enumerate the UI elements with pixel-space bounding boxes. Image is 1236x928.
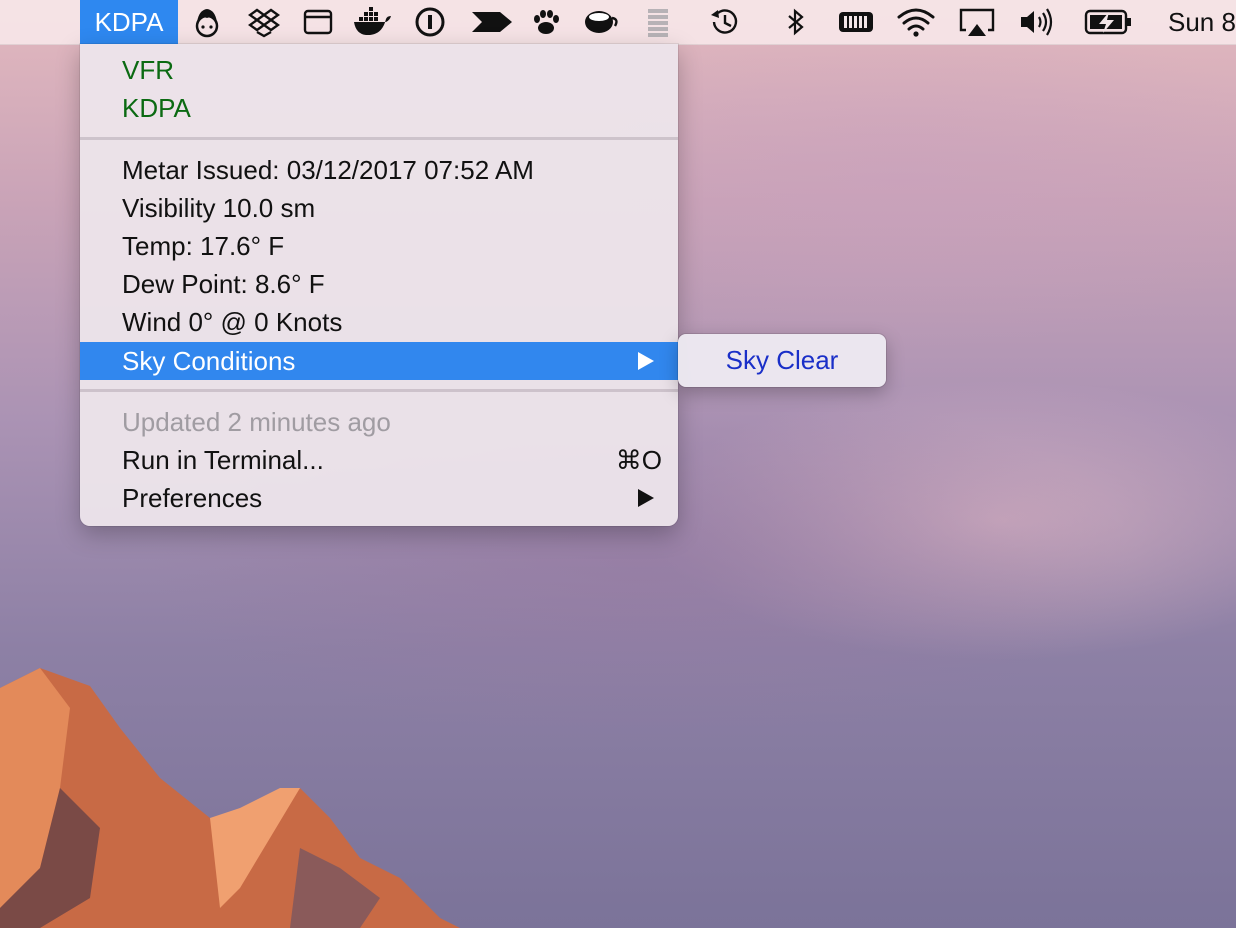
bluetooth-icon[interactable] <box>780 6 812 38</box>
docker-icon[interactable] <box>352 6 392 38</box>
menu-item-station[interactable]: KDPA <box>80 89 678 127</box>
battery-charging-icon[interactable] <box>1084 6 1134 38</box>
onepassword-icon[interactable] <box>414 6 446 38</box>
stack-icon[interactable] <box>642 6 674 38</box>
station-label: KDPA <box>122 93 191 123</box>
run-in-terminal-label: Run in Terminal... <box>122 445 324 475</box>
menu-item-temp[interactable]: Temp: 17.6° F <box>80 227 678 265</box>
submenu-arrow-icon <box>638 489 654 507</box>
menu-item-preferences[interactable]: Preferences <box>80 479 678 517</box>
submenu-arrow-icon <box>638 352 654 370</box>
coffee-icon[interactable] <box>582 6 620 38</box>
menu-item-flight-rule[interactable]: VFR <box>80 51 678 89</box>
preferences-label: Preferences <box>122 483 263 513</box>
battery-monitor-icon[interactable] <box>838 6 876 38</box>
metar-issued-label: Metar Issued: 03/12/2017 07:52 AM <box>122 155 534 185</box>
sky-conditions-label: Sky Conditions <box>122 346 296 376</box>
menu-separator <box>80 137 678 140</box>
menubar-app-title[interactable]: KDPA <box>80 0 178 44</box>
wifi-icon[interactable] <box>896 6 936 38</box>
menu-item-sky-conditions[interactable]: Sky Conditions <box>80 342 678 380</box>
menu-item-run-in-terminal[interactable]: Run in Terminal... ⌘O <box>80 441 678 479</box>
wallpaper-mountain <box>0 668 460 928</box>
window-icon[interactable] <box>302 6 334 38</box>
arrow-icon[interactable] <box>470 6 514 38</box>
menu-item-wind[interactable]: Wind 0° @ 0 Knots <box>80 303 678 341</box>
submenu-item-sky-clear[interactable]: Sky Clear <box>678 341 886 379</box>
dew-point-label: Dew Point: 8.6° F <box>122 269 325 299</box>
time-machine-icon[interactable] <box>708 6 740 38</box>
run-in-terminal-shortcut: ⌘O <box>615 445 662 475</box>
menu-item-updated: Updated 2 minutes ago <box>80 403 678 441</box>
wind-label: Wind 0° @ 0 Knots <box>122 307 343 337</box>
airplay-icon[interactable] <box>958 6 996 38</box>
menu-separator <box>80 389 678 392</box>
weather-dropdown-menu: VFR KDPA Metar Issued: 03/12/2017 07:52 … <box>80 44 678 526</box>
volume-icon[interactable] <box>1018 6 1056 38</box>
dropbox-icon[interactable] <box>248 6 280 38</box>
character-icon[interactable] <box>191 6 223 38</box>
updated-label: Updated 2 minutes ago <box>122 407 391 437</box>
sky-conditions-submenu: Sky Clear <box>678 334 886 387</box>
menu-bar: KDPA Sun 8 <box>0 0 1236 45</box>
menubar-clock[interactable]: Sun 8 <box>1168 0 1236 44</box>
paw-icon[interactable] <box>530 6 562 38</box>
menu-item-dew-point[interactable]: Dew Point: 8.6° F <box>80 265 678 303</box>
visibility-label: Visibility 10.0 sm <box>122 193 316 223</box>
menu-item-visibility[interactable]: Visibility 10.0 sm <box>80 189 678 227</box>
menu-item-metar-issued[interactable]: Metar Issued: 03/12/2017 07:52 AM <box>80 151 678 189</box>
flight-rule-label: VFR <box>122 55 174 85</box>
temp-label: Temp: 17.6° F <box>122 231 285 261</box>
